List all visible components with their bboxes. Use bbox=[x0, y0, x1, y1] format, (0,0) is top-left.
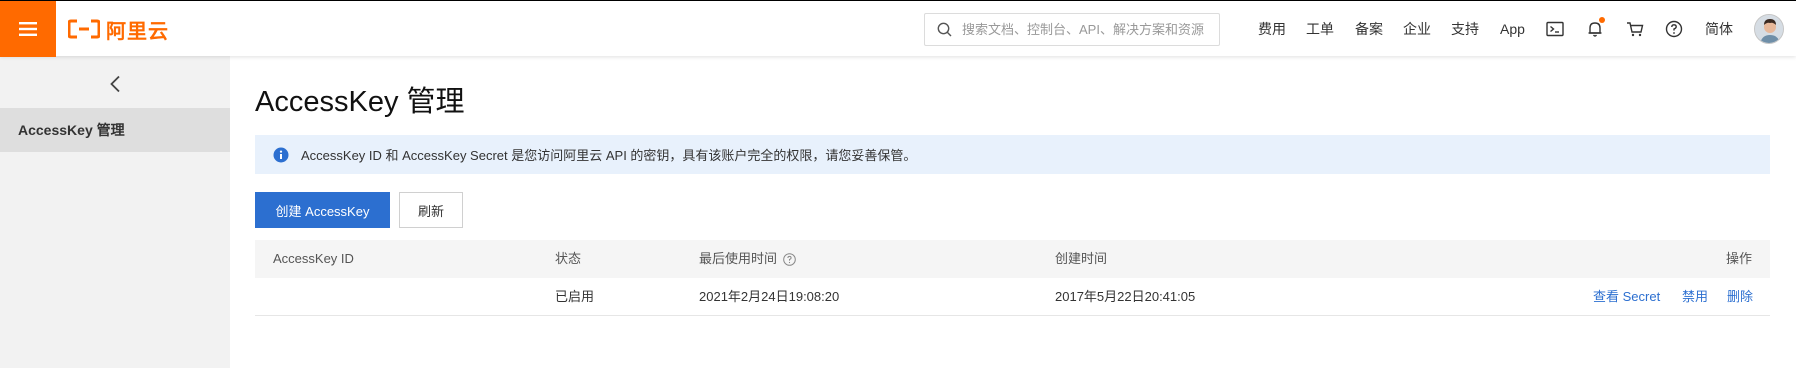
language-switch[interactable]: 简体 bbox=[1705, 1, 1733, 57]
cell-created: 2017年5月22日20:41:05 bbox=[1055, 289, 1196, 304]
column-header-last-used: 最后使用时间 bbox=[699, 240, 796, 278]
aliyun-logo[interactable]: 阿里云 bbox=[68, 15, 169, 43]
logo-text: 阿里云 bbox=[106, 20, 169, 43]
column-header-actions: 操作 bbox=[1725, 251, 1752, 266]
nav-billing[interactable]: 费用 bbox=[1258, 1, 1286, 57]
cell-last-used: 2021年2月24日19:08:20 bbox=[699, 289, 840, 304]
sidebar: AccessKey 管理 bbox=[0, 56, 230, 368]
help-icon[interactable] bbox=[783, 252, 796, 266]
column-header-last-used-label: 最后使用时间 bbox=[699, 251, 778, 266]
aliyun-logo-mark bbox=[68, 19, 100, 39]
bell-icon[interactable] bbox=[1583, 17, 1607, 41]
chevron-left-icon bbox=[110, 75, 120, 93]
nav-enterprise[interactable]: 企业 bbox=[1403, 1, 1431, 57]
page-title: AccessKey 管理 bbox=[255, 86, 465, 118]
create-accesskey-button[interactable]: 创建 AccessKey bbox=[255, 192, 390, 228]
nav-ticket[interactable]: 工单 bbox=[1306, 1, 1334, 57]
info-notice: AccessKey ID 和 AccessKey Secret 是您访问阿里云 … bbox=[255, 135, 1770, 174]
cart-icon[interactable] bbox=[1623, 17, 1647, 41]
collapse-sidebar-button[interactable] bbox=[100, 72, 130, 96]
delete-link[interactable]: 删除 bbox=[1727, 278, 1753, 316]
sidebar-item-accesskey[interactable]: AccessKey 管理 bbox=[0, 108, 230, 152]
column-header-id: AccessKey ID bbox=[273, 251, 354, 266]
top-bar: 阿里云 费用 工单 备案 企业 支持 App bbox=[0, 0, 1796, 57]
search-box[interactable] bbox=[924, 13, 1220, 46]
nav-app[interactable]: App bbox=[1500, 1, 1525, 57]
column-header-status: 状态 bbox=[555, 251, 582, 266]
search-icon bbox=[937, 22, 952, 37]
menu-button[interactable] bbox=[0, 1, 56, 57]
column-header-created: 创建时间 bbox=[1055, 251, 1108, 266]
cell-status: 已启用 bbox=[555, 289, 595, 304]
disable-link[interactable]: 禁用 bbox=[1682, 278, 1708, 316]
nav-support[interactable]: 支持 bbox=[1451, 1, 1479, 57]
hamburger-icon bbox=[19, 22, 37, 36]
table-row: 已启用 2021年2月24日19:08:20 2017年5月22日20:41:0… bbox=[255, 278, 1770, 316]
info-icon bbox=[273, 147, 289, 162]
avatar[interactable] bbox=[1754, 14, 1784, 44]
notification-dot bbox=[1599, 17, 1605, 23]
nav-icp[interactable]: 备案 bbox=[1355, 1, 1383, 57]
refresh-button[interactable]: 刷新 bbox=[399, 192, 463, 228]
terminal-icon[interactable] bbox=[1543, 17, 1567, 41]
table-header: AccessKey ID 状态 最后使用时间 创建时间 操作 bbox=[255, 240, 1770, 278]
search-input[interactable] bbox=[962, 22, 1207, 37]
notice-text: AccessKey ID 和 AccessKey Secret 是您访问阿里云 … bbox=[301, 148, 917, 163]
help-icon[interactable] bbox=[1662, 17, 1686, 41]
accesskey-table: AccessKey ID 状态 最后使用时间 创建时间 操作 已启用 2021年… bbox=[255, 240, 1770, 316]
view-secret-link[interactable]: 查看 Secret bbox=[1593, 278, 1660, 316]
